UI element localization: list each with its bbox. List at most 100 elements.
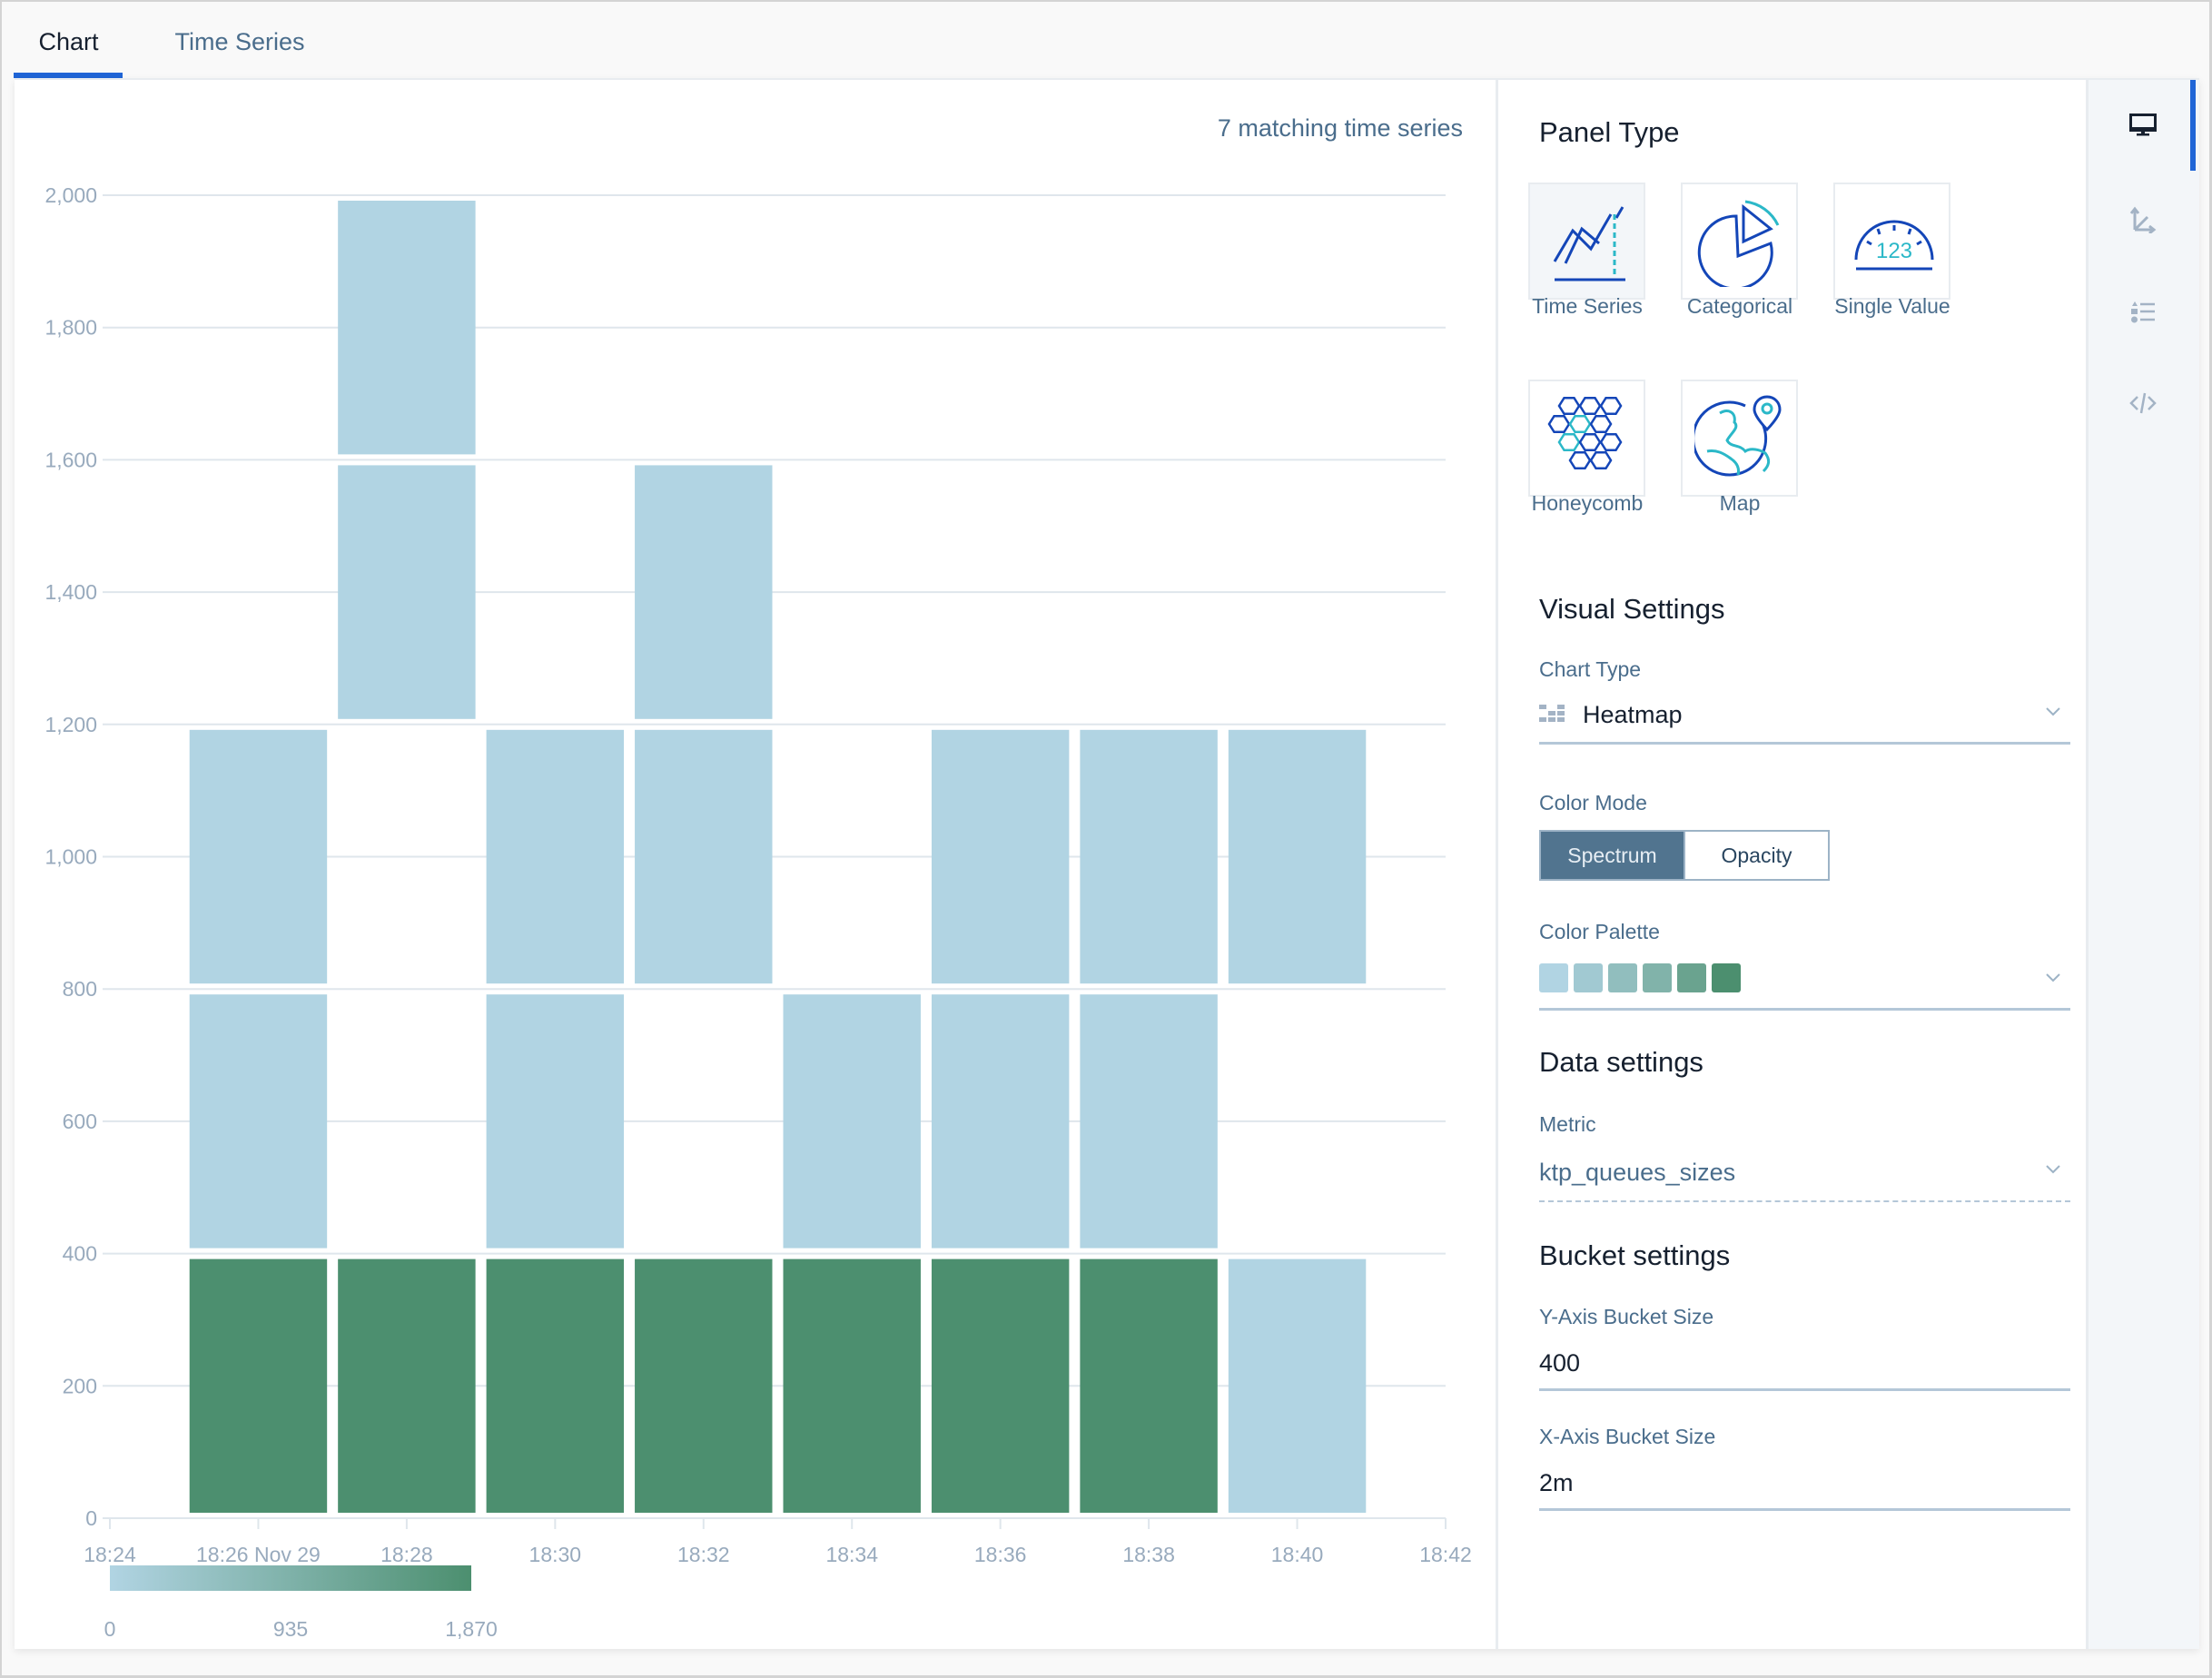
x-tick-label: 18:32 <box>677 1543 730 1566</box>
panel-type-label: Single Value <box>1834 294 1950 318</box>
bucket-settings-title: Bucket settings <box>1539 1239 1731 1271</box>
globe-map-icon <box>1694 394 1782 476</box>
data-settings-title: Data settings <box>1539 1046 1703 1078</box>
chart-type-select[interactable]: Heatmap <box>1539 690 2070 745</box>
palette-swatch <box>1608 963 1637 992</box>
x-bucket-size-value: 2m <box>1539 1469 1574 1496</box>
rail-code-button[interactable] <box>2116 376 2170 430</box>
palette-swatch <box>1574 963 1603 992</box>
tab-chart[interactable]: Chart <box>15 24 123 74</box>
x-tick-label: 18:24 <box>84 1543 136 1566</box>
palette-swatch <box>1712 963 1741 992</box>
heatmap-cell <box>486 729 625 984</box>
heatmap-cell <box>486 1258 625 1513</box>
heatmap-chart: 0 200 400 600 800 1,000 1,200 1,400 1,600 1,800 2,… <box>44 183 1472 1641</box>
y-tick-label: 1,400 <box>44 580 97 604</box>
metric-select[interactable]: ktp_queues_sizes <box>1539 1148 2070 1202</box>
gauge-icon: 123 <box>1854 220 1933 270</box>
y-tick-label: 400 <box>63 1242 97 1266</box>
color-palette-swatches <box>1539 963 1741 992</box>
panel-editor-card: 7 matching time series 0 200 400 600 800 1,00… <box>15 78 2199 1649</box>
metric-value: ktp_queues_sizes <box>1539 1159 1736 1186</box>
rail-legend-button[interactable] <box>2116 285 2170 340</box>
heatmap-cell <box>1228 729 1367 984</box>
x-tick-label: 18:28 <box>380 1543 433 1566</box>
y-bucket-size-input[interactable]: 400 <box>1539 1342 2070 1391</box>
palette-swatch <box>1677 963 1706 992</box>
color-palette-select[interactable] <box>1539 956 2070 1011</box>
rail-axes-button[interactable] <box>2116 192 2170 247</box>
legend-tick-label: 1,870 <box>445 1617 498 1641</box>
chevron-down-icon <box>2046 973 2060 982</box>
visual-settings-title: Visual Settings <box>1539 593 1725 625</box>
panel-type-label: Time Series <box>1532 294 1643 318</box>
code-icon <box>2129 392 2157 414</box>
y-tick-label: 1,000 <box>44 845 97 869</box>
heatmap-cell <box>189 994 328 1249</box>
color-mode-opacity[interactable]: Opacity <box>1684 832 1828 879</box>
color-palette-label: Color Palette <box>1539 920 1660 943</box>
y-tick-label: 1,200 <box>44 713 97 736</box>
y-bucket-label: Y-Axis Bucket Size <box>1539 1305 1714 1328</box>
palette-swatch <box>1643 963 1672 992</box>
monitor-icon <box>2129 114 2157 136</box>
heatmap-cell <box>1228 1258 1367 1513</box>
metric-label: Metric <box>1539 1112 1596 1136</box>
heatmap-cell <box>1080 729 1218 984</box>
panel-type-categorical[interactable] <box>1681 183 1798 300</box>
color-legend-bar <box>110 1565 471 1591</box>
heatmap-cell <box>338 1258 476 1513</box>
chart-area: 7 matching time series 0 200 400 600 800 1,00… <box>15 80 1495 1649</box>
time-series-icon <box>1553 205 1625 281</box>
x-tick-label: 18:26 Nov 29 <box>196 1543 321 1566</box>
palette-swatch <box>1539 963 1568 992</box>
heatmap-cell <box>1080 1258 1218 1513</box>
panel-type-label: Honeycomb <box>1531 491 1644 515</box>
y-tick-label: 200 <box>63 1374 97 1397</box>
panel-type-time-series[interactable] <box>1528 183 1645 300</box>
heatmap-cell <box>486 994 625 1249</box>
x-tick-label: 18:30 <box>529 1543 582 1566</box>
tab-bar: Chart Time Series <box>2 2 2209 78</box>
color-mode-toggle: Spectrum Opacity <box>1539 830 1830 881</box>
tab-time-series[interactable]: Time Series <box>149 24 331 74</box>
heatmap-cell <box>635 729 773 984</box>
panel-type-single-value[interactable]: 123 <box>1833 183 1950 300</box>
x-tick-label: 18:36 <box>974 1543 1027 1566</box>
heatmap-cell <box>635 465 773 719</box>
panel-type-honeycomb[interactable] <box>1528 380 1645 497</box>
heatmap-cell <box>189 729 328 984</box>
color-mode-label: Color Mode <box>1539 791 1647 814</box>
y-tick-label: 0 <box>85 1506 97 1530</box>
x-bucket-label: X-Axis Bucket Size <box>1539 1425 1716 1448</box>
y-tick-label: 800 <box>63 977 97 1001</box>
right-rail <box>2086 80 2199 1649</box>
x-tick-label: 18:34 <box>825 1543 878 1566</box>
heatmap-cell <box>783 994 921 1249</box>
y-bucket-size-value: 400 <box>1539 1349 1581 1377</box>
panel-type-map[interactable] <box>1681 380 1798 497</box>
color-mode-spectrum[interactable]: Spectrum <box>1541 832 1684 879</box>
heatmap-icon <box>1539 705 1565 722</box>
panel-type-label: Categorical <box>1686 294 1793 318</box>
legend-tick-label: 935 <box>273 1617 308 1641</box>
chart-type-value: Heatmap <box>1583 701 1683 728</box>
settings-panel: Panel Type Time Series Categorical 123 S… <box>1496 80 2086 1649</box>
panel-type-title: Panel Type <box>1539 116 1680 148</box>
heatmap-cell <box>338 465 476 719</box>
heatmap-cell <box>338 201 476 455</box>
heatmap-cell <box>931 994 1070 1249</box>
chevron-down-icon <box>2046 707 2060 716</box>
rail-active-indicator <box>2190 80 2196 171</box>
x-tick-label: 18:38 <box>1122 1543 1175 1566</box>
y-tick-label: 1,800 <box>44 316 97 340</box>
legend-list-icon <box>2131 301 2155 323</box>
x-bucket-size-input[interactable]: 2m <box>1539 1462 2070 1511</box>
y-tick-label: 600 <box>63 1110 97 1133</box>
x-tick-label: 18:42 <box>1419 1543 1472 1566</box>
heatmap-cell <box>1080 994 1218 1249</box>
heatmap-cell <box>635 1258 773 1513</box>
chart-type-label: Chart Type <box>1539 657 1642 681</box>
heatmap-cell <box>783 1258 921 1513</box>
rail-display-button[interactable] <box>2116 98 2170 153</box>
